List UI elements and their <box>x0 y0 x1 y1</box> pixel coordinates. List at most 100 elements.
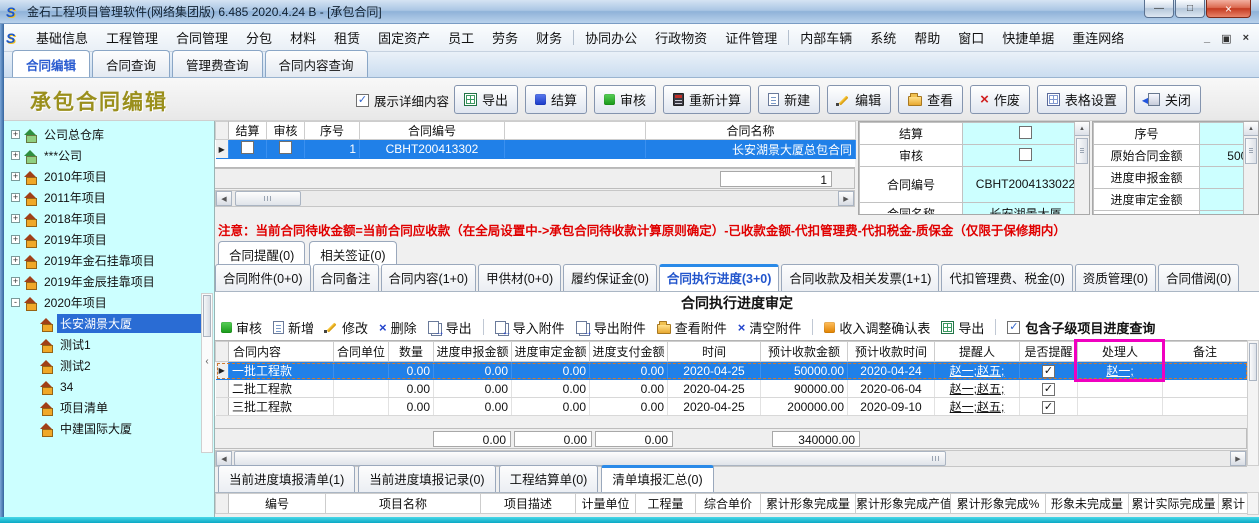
include-subprojects-checkbox[interactable]: ✓ 包含子级项目进度查询 <box>1007 318 1155 337</box>
tab-contract-content[interactable]: 合同内容(1+0) <box>381 264 477 291</box>
tree-item-2010[interactable]: +2010年项目 <box>4 166 214 187</box>
import-attachment-button[interactable]: ←导入附件 <box>495 318 565 337</box>
col-image-remaining[interactable]: 形象未完成量 <box>1046 494 1129 514</box>
show-detail-checkbox[interactable]: ✓ 展示详细内容 <box>356 91 449 110</box>
menu-reconnect[interactable]: 重连网络 <box>1063 23 1133 52</box>
col-contract-name[interactable]: 合同名称 <box>646 122 856 140</box>
tree-item-project-list[interactable]: 项目清单 <box>4 397 214 418</box>
close-button[interactable]: × <box>1206 0 1251 18</box>
menu-fixed-assets[interactable]: 固定资产 <box>369 23 439 52</box>
col-handler[interactable]: 处理人 <box>1078 342 1163 362</box>
col-remark[interactable]: 备注 <box>1163 342 1248 362</box>
delete-button[interactable]: ×删除 <box>379 318 417 337</box>
tab-contract-content-query[interactable]: 合同内容查询 <box>265 50 368 77</box>
col-seq[interactable]: 序号 <box>305 122 360 140</box>
checkbox-checked-icon[interactable]: ✓ <box>356 94 369 107</box>
audit-progress-button[interactable]: 审核 <box>221 318 262 337</box>
menu-basic-info[interactable]: 基础信息 <box>27 23 97 52</box>
contract-h-scrollbar[interactable]: ◀ ▶ <box>215 190 855 207</box>
mdi-minimize-icon[interactable]: _ <box>1204 32 1210 44</box>
scroll-right-icon[interactable]: ▶ <box>838 191 854 206</box>
collapse-expand-icon[interactable]: - <box>11 298 20 307</box>
tab-receipts-invoices[interactable]: 合同收款及相关发票(1+1) <box>781 264 939 291</box>
col-expected-amount[interactable]: 预计收款金额 <box>761 342 848 362</box>
expand-icon[interactable]: + <box>11 256 20 265</box>
tab-contract-attachments[interactable]: 合同附件(0+0) <box>215 264 311 291</box>
scroll-left-icon[interactable]: ◀ <box>216 191 232 206</box>
tab-settlement-sheet[interactable]: 工程结算单(0) <box>499 465 599 492</box>
expand-icon[interactable]: + <box>11 193 20 202</box>
clear-attachment-button[interactable]: ×清空附件 <box>738 318 802 337</box>
menu-vehicles[interactable]: 内部车辆 <box>791 23 861 52</box>
tab-mgmt-fee-query[interactable]: 管理费查询 <box>172 50 263 77</box>
scroll-up-icon[interactable]: ▲ <box>1244 122 1258 136</box>
tree-item-test2[interactable]: 测试2 <box>4 355 214 376</box>
tab-contract-notes[interactable]: 合同备注 <box>313 264 379 291</box>
settle-value-cell[interactable] <box>963 123 1089 145</box>
col-measure-unit[interactable]: 计量单位 <box>576 494 636 514</box>
menu-lease[interactable]: 租赁 <box>325 23 369 52</box>
tree-scrollbar[interactable]: ‹ <box>201 293 213 453</box>
tree-item-company[interactable]: +***公司 <box>4 145 214 166</box>
tab-qualification-mgmt[interactable]: 资质管理(0) <box>1075 264 1156 291</box>
col-unit-price[interactable]: 综合单价 <box>696 494 761 514</box>
tree-item-2019-jinshi[interactable]: +2019年金石挂靠项目 <box>4 250 214 271</box>
panel-collapse-icon[interactable]: ‹ <box>202 356 212 367</box>
mdi-restore-icon[interactable]: ▣ <box>1221 32 1231 45</box>
remind-flag-cell[interactable]: ✓ <box>1020 362 1078 380</box>
maximize-button[interactable]: □ <box>1175 0 1205 18</box>
checkbox-checked-icon[interactable]: ✓ <box>1007 321 1020 334</box>
scrollbar-thumb[interactable] <box>1076 138 1088 164</box>
detail-v-scrollbar[interactable]: ▲ <box>1074 122 1089 214</box>
expand-icon[interactable]: + <box>11 277 20 286</box>
col-cum-actual-qty[interactable]: 累计实际完成量 <box>1129 494 1219 514</box>
tab-performance-bond[interactable]: 履约保证金(0) <box>563 264 657 291</box>
col-audit[interactable]: 审核 <box>267 122 305 140</box>
audit-button[interactable]: 审核 <box>594 85 656 114</box>
name-value[interactable]: 长安湖景大厦 <box>963 203 1089 216</box>
reminder-person-link[interactable]: 赵一;赵五; <box>935 398 1020 416</box>
remind-flag-cell[interactable]: ✓ <box>1020 398 1078 416</box>
tab-owner-materials[interactable]: 甲供材(0+0) <box>478 264 561 291</box>
tree-item-2020[interactable]: -2020年项目 <box>4 292 214 313</box>
export-rows-button[interactable]: →导出 <box>428 318 472 337</box>
tab-execution-progress[interactable]: 合同执行进度(3+0) <box>659 264 780 291</box>
expand-icon[interactable]: + <box>11 151 20 160</box>
menu-material[interactable]: 材料 <box>281 23 325 52</box>
tree-item-zhongjian-tower[interactable]: 中建国际大厦 <box>4 418 214 439</box>
scrollbar-thumb[interactable] <box>235 191 301 206</box>
export-button[interactable]: 导出 <box>454 85 518 114</box>
tab-withheld-fees-taxes[interactable]: 代扣管理费、税金(0) <box>941 264 1072 291</box>
col-contract-code[interactable]: 合同编号 <box>360 122 505 140</box>
menu-contract-mgmt[interactable]: 合同管理 <box>167 23 237 52</box>
checkbox-checked-icon[interactable]: ✓ <box>1042 383 1055 396</box>
menu-quick-docs[interactable]: 快捷单据 <box>993 23 1063 52</box>
menu-collab-office[interactable]: 协同办公 <box>576 23 646 52</box>
detail-v-scrollbar[interactable]: ▲ <box>1243 122 1258 214</box>
checkbox-unchecked[interactable] <box>279 141 292 154</box>
remind-flag-cell[interactable]: ✓ <box>1020 380 1078 398</box>
checkbox-unchecked[interactable] <box>241 141 254 154</box>
col-work-quantity[interactable]: 工程量 <box>636 494 696 514</box>
view-attachment-button[interactable]: 查看附件 <box>657 318 727 337</box>
reminder-person-link[interactable]: 赵一;赵五; <box>935 380 1020 398</box>
audit-cell[interactable] <box>267 140 305 159</box>
col-expected-time[interactable]: 预计收款时间 <box>848 342 935 362</box>
expand-icon[interactable]: + <box>11 235 20 244</box>
checkbox-unchecked[interactable] <box>1019 148 1032 161</box>
settle-cell[interactable] <box>229 140 267 159</box>
tab-contract-edit[interactable]: 合同编辑 <box>12 50 90 77</box>
tree-item-changan-tower[interactable]: 长安湖景大厦 <box>4 313 214 334</box>
tab-list-report-summary[interactable]: 清单填报汇总(0) <box>601 465 713 492</box>
col-reminder-person[interactable]: 提醒人 <box>935 342 1020 362</box>
progress-row-3[interactable]: 三批工程款 0.00 0.00 0.00 0.00 2020-04-25 200… <box>216 398 1248 416</box>
modify-button[interactable]: 修改 <box>325 318 368 337</box>
progress-row-2[interactable]: 二批工程款 0.00 0.00 0.00 0.00 2020-04-25 900… <box>216 380 1248 398</box>
tree-item-34[interactable]: 34 <box>4 376 214 397</box>
menu-admin-supplies[interactable]: 行政物资 <box>646 23 716 52</box>
expand-icon[interactable]: + <box>11 130 20 139</box>
checkbox-checked-icon[interactable]: ✓ <box>1042 401 1055 414</box>
handler-link[interactable]: 赵一; <box>1078 362 1163 380</box>
settle-button[interactable]: 结算 <box>525 85 587 114</box>
tree-item-2011[interactable]: +2011年项目 <box>4 187 214 208</box>
